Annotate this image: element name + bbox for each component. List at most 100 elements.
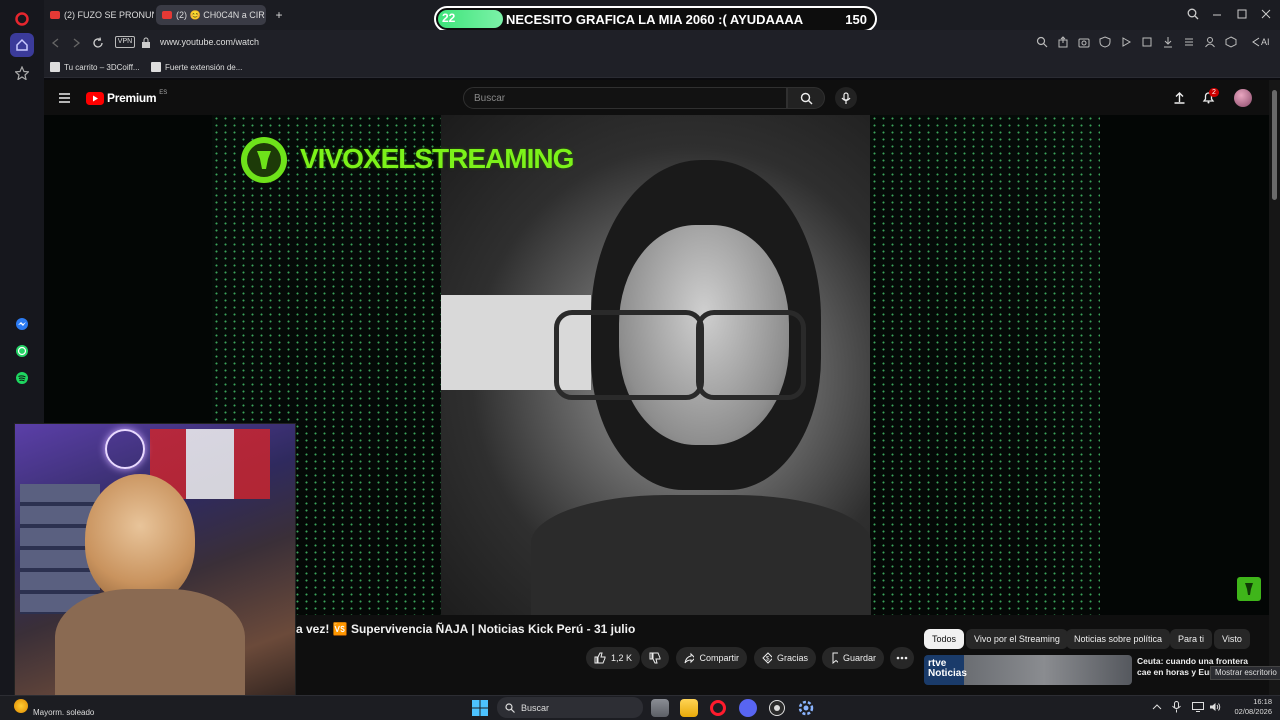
snapshot-icon[interactable]	[1078, 36, 1090, 48]
thumbs-down-icon	[649, 652, 661, 664]
spotify-icon[interactable]	[10, 366, 34, 390]
glasses-left-lens	[554, 310, 704, 400]
like-button[interactable]: 1,2 K	[586, 647, 640, 669]
thumbs-up-icon	[594, 652, 606, 664]
bookmark-favicon-icon	[151, 62, 161, 72]
network-icon[interactable]	[1192, 702, 1204, 712]
bookmark-item[interactable]: Fuerte extensión de...	[151, 62, 242, 72]
share-page-icon[interactable]	[1057, 36, 1069, 48]
channel-overlay-name: VIVOXELSTREAMING	[300, 143, 574, 174]
dislike-button[interactable]	[641, 647, 669, 669]
channel-watermark-icon[interactable]	[1237, 577, 1261, 601]
notification-count-badge: 2	[1209, 88, 1219, 97]
page-scrollbar[interactable]	[1269, 80, 1280, 695]
tab-fuzo[interactable]: (2) FUZO SE PRONUNCIA	[44, 5, 154, 25]
reload-icon[interactable]	[92, 37, 104, 49]
chip-para-ti[interactable]: Para ti	[1170, 629, 1213, 649]
maximize-icon[interactable]	[1236, 8, 1248, 20]
avatar[interactable]	[1234, 89, 1252, 107]
messenger-icon[interactable]	[10, 312, 34, 336]
goal-text: NECESITO GRAFICA LA MIA 2060 :( AYUDAAAA	[506, 12, 804, 27]
youtube-logo[interactable]: Premium ES	[86, 90, 167, 105]
tray-expand-icon[interactable]	[1152, 703, 1162, 711]
search-input[interactable]: Buscar	[463, 87, 787, 109]
speed-dial-icon[interactable]	[10, 61, 34, 85]
player-icon[interactable]	[1120, 36, 1132, 48]
thanks-button[interactable]: $ Gracias	[754, 647, 816, 669]
share-button[interactable]: Compartir	[676, 647, 747, 669]
cube-icon[interactable]	[1225, 36, 1237, 48]
back-icon[interactable]	[50, 37, 62, 49]
vpn-badge[interactable]: VPN	[115, 36, 135, 48]
forward-icon[interactable]	[70, 37, 82, 49]
shield-icon[interactable]	[1099, 36, 1111, 48]
opera-taskbar-icon[interactable]	[709, 699, 727, 717]
hamburger-menu-icon[interactable]	[58, 92, 71, 104]
close-icon[interactable]	[1260, 8, 1272, 20]
goal-current-count: 22	[442, 11, 456, 25]
video-frame-photo	[441, 115, 871, 615]
premium-label: Premium	[107, 91, 157, 105]
scrollbar-thumb[interactable]	[1272, 90, 1277, 200]
search-icon	[800, 92, 812, 104]
home-icon[interactable]	[10, 33, 34, 57]
taskbar-search-box[interactable]: Buscar	[497, 697, 643, 718]
chip-politica[interactable]: Noticias sobre política	[1066, 629, 1171, 649]
task-view-icon[interactable]	[651, 699, 669, 717]
menu-lines-icon[interactable]	[1183, 36, 1195, 48]
settings-gear-icon[interactable]	[797, 699, 815, 717]
recommendation-thumbnail[interactable]: rtve Noticias	[924, 655, 1132, 685]
discord-icon[interactable]	[739, 699, 757, 717]
upload-icon[interactable]	[1173, 91, 1186, 104]
tab-search-icon[interactable]	[1187, 8, 1199, 20]
windows-start-icon[interactable]	[472, 700, 488, 716]
chip-vivo-streaming[interactable]: Vivo por el Streaming	[966, 629, 1068, 649]
goal-target-count: 150	[845, 12, 867, 27]
bookmark-favicon-icon	[50, 62, 60, 72]
glasses-right-lens	[696, 310, 806, 400]
chip-visto[interactable]: Visto	[1214, 629, 1250, 649]
download-icon[interactable]	[1162, 36, 1174, 48]
rtve-badge: rtve Noticias	[928, 658, 967, 679]
youtube-favicon-icon	[50, 11, 60, 19]
find-icon[interactable]	[1036, 36, 1048, 48]
obs-icon[interactable]	[768, 699, 786, 717]
aria-icon	[1252, 37, 1260, 47]
super-thanks-icon: $	[762, 652, 772, 664]
whatsapp-icon[interactable]	[10, 339, 34, 363]
volume-icon[interactable]	[1209, 702, 1221, 712]
new-tab-button[interactable]: +	[270, 5, 288, 25]
matrix-background-right	[870, 115, 1100, 615]
url-field[interactable]: www.youtube.com/watch	[160, 37, 259, 47]
clock-time: 16:18	[1253, 697, 1272, 706]
microphone-tray-icon[interactable]	[1172, 701, 1181, 713]
file-explorer-icon[interactable]	[680, 699, 698, 717]
video-title: a vez! 🆚 Supervivencia ÑAJA | Noticias K…	[296, 622, 636, 636]
streamer-webcam	[14, 423, 296, 710]
youtube-play-icon	[86, 91, 104, 105]
voice-search-button[interactable]	[835, 87, 857, 109]
save-button[interactable]: Guardar	[822, 647, 884, 669]
clock[interactable]: 16:18 02/08/2026	[1228, 697, 1272, 717]
channel-logo-icon	[241, 137, 287, 183]
minimize-icon[interactable]	[1211, 8, 1223, 20]
profile-icon[interactable]	[1204, 36, 1216, 48]
chip-todos[interactable]: Todos	[924, 629, 965, 649]
tab-chocan[interactable]: (2) 😊 CH0C4N a CIR	[156, 5, 266, 25]
microphone-icon	[841, 91, 851, 104]
search-button[interactable]	[787, 87, 825, 109]
aria-ai-button[interactable]: AI	[1252, 37, 1270, 47]
lock-icon	[141, 37, 151, 49]
bookmark-item[interactable]: Tu carrito – 3DCoiff...	[50, 62, 140, 72]
more-actions-button[interactable]	[890, 647, 914, 669]
weather-text[interactable]: Mayorm. soleado	[33, 708, 94, 717]
youtube-favicon-icon	[162, 11, 172, 19]
opera-logo-icon[interactable]	[10, 7, 34, 31]
shoulders-shape	[531, 495, 871, 615]
extensions-icon[interactable]	[1141, 36, 1153, 48]
more-dots-icon	[896, 656, 908, 660]
stream-goal-banner: 22 NECESITO GRAFICA LA MIA 2060 :( AYUDA…	[434, 6, 877, 32]
bookmark-icon	[832, 652, 838, 664]
browser-toolbar	[1036, 36, 1237, 48]
share-arrow-icon	[684, 652, 695, 664]
